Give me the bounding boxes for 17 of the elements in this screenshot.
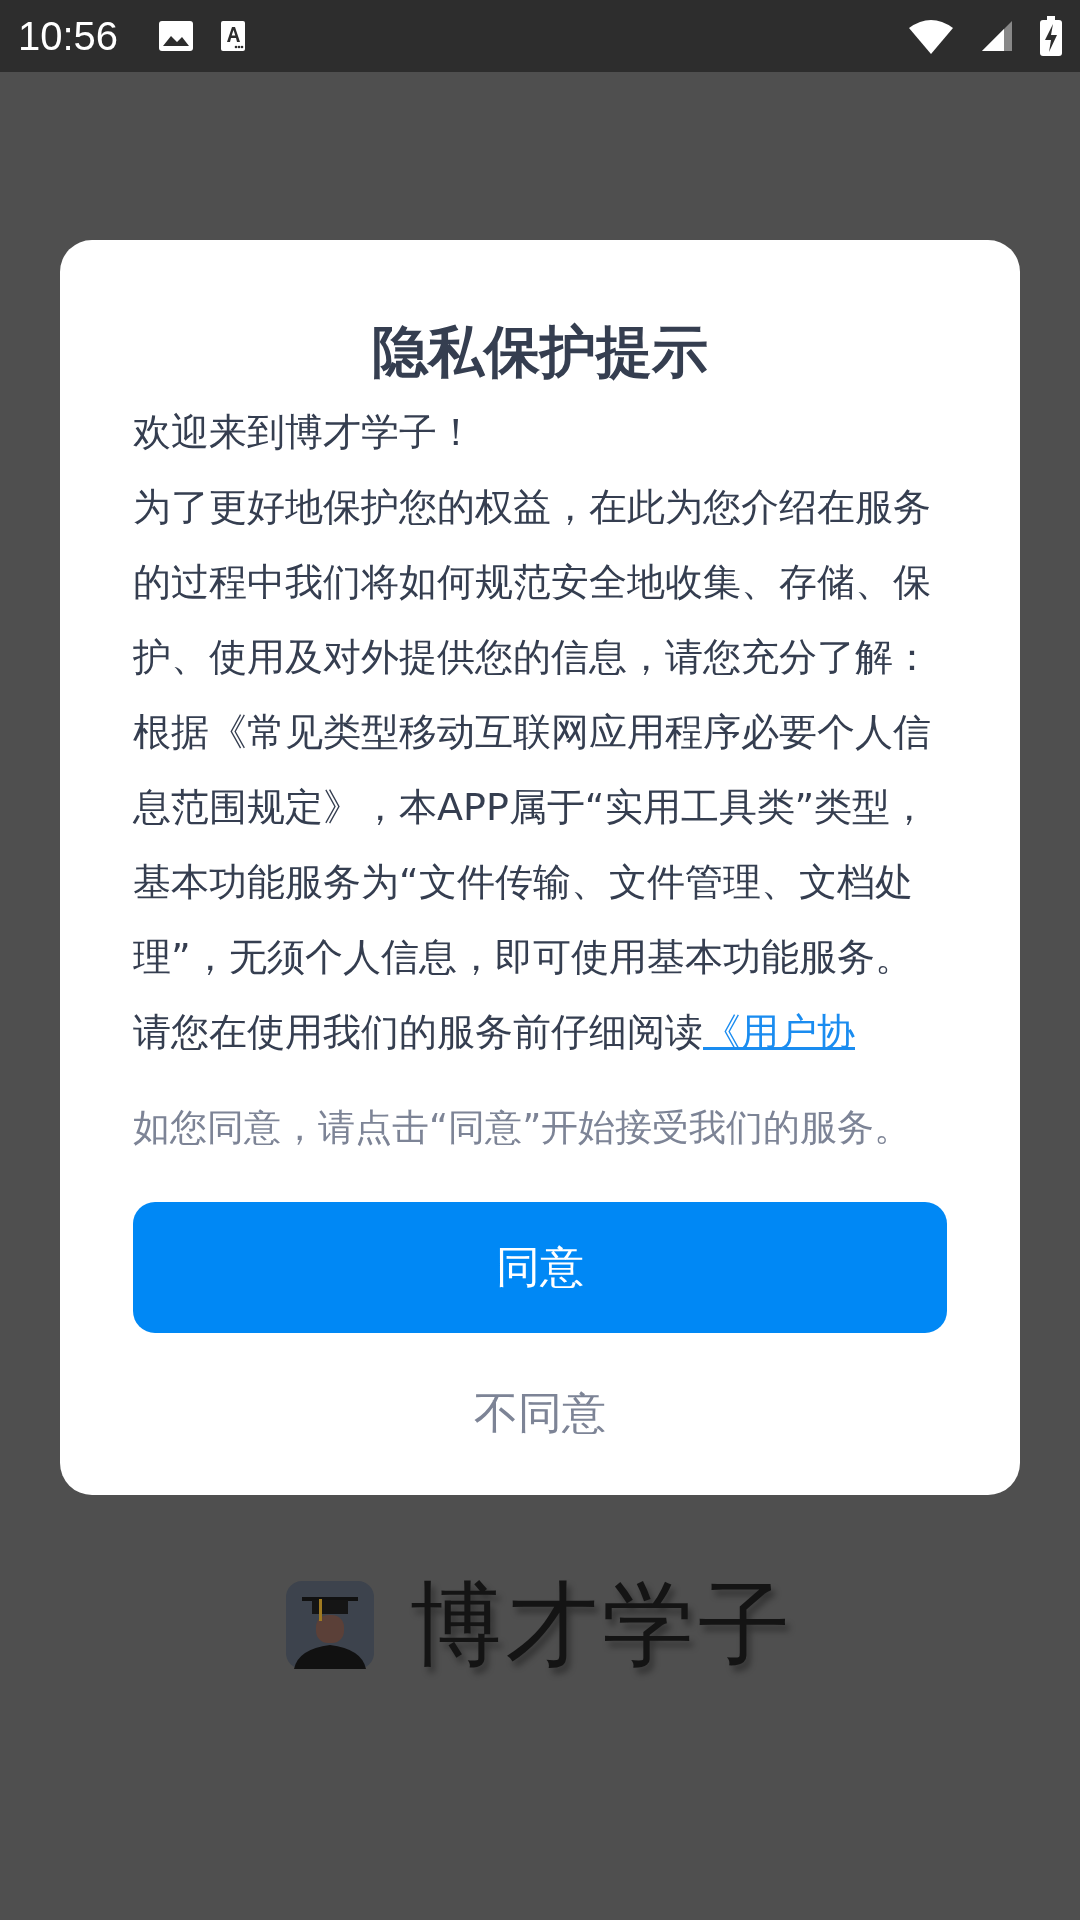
dialog-title: 隐私保护提示 [371, 318, 709, 386]
body-paragraph: 根据《常见类型移动互联网应用程序必要个人信息范围规定》，本APP属于“实用工具类”类型，基本功能服务为“文件传输、文件管理、文档处理”，无须个人信息，即可使用基本功能服务。 [133, 709, 932, 981]
agree-button[interactable]: 同意 [133, 1202, 947, 1333]
disagree-button[interactable]: 不同意 [464, 1373, 616, 1453]
clock-time: 10:56 [18, 13, 119, 59]
user-agreement-link[interactable]: 《用户协 [703, 1010, 855, 1054]
font-icon [220, 20, 247, 52]
app-name: 博才学子 [410, 1570, 794, 1680]
body-paragraph: 为了更好地保护您的权益，在此为您介绍在服务的过程中我们将如何规范安全地收集、存储、保护、使用及对外提供您的信息，请您充分了解： [133, 484, 932, 681]
body-paragraph: 请您在使用我们的服务前仔细阅读《用户协 [133, 1009, 856, 1056]
consent-note: 如您同意，请点击“同意”开始接受我们的服务。 [133, 1105, 913, 1151]
image-icon [158, 20, 195, 52]
app-logo-icon [286, 1581, 374, 1669]
body-paragraph: 欢迎来到博才学子！ [133, 409, 476, 456]
battery-charging-icon [1040, 16, 1062, 56]
signal-icon [980, 19, 1014, 53]
wifi-icon [908, 18, 954, 54]
